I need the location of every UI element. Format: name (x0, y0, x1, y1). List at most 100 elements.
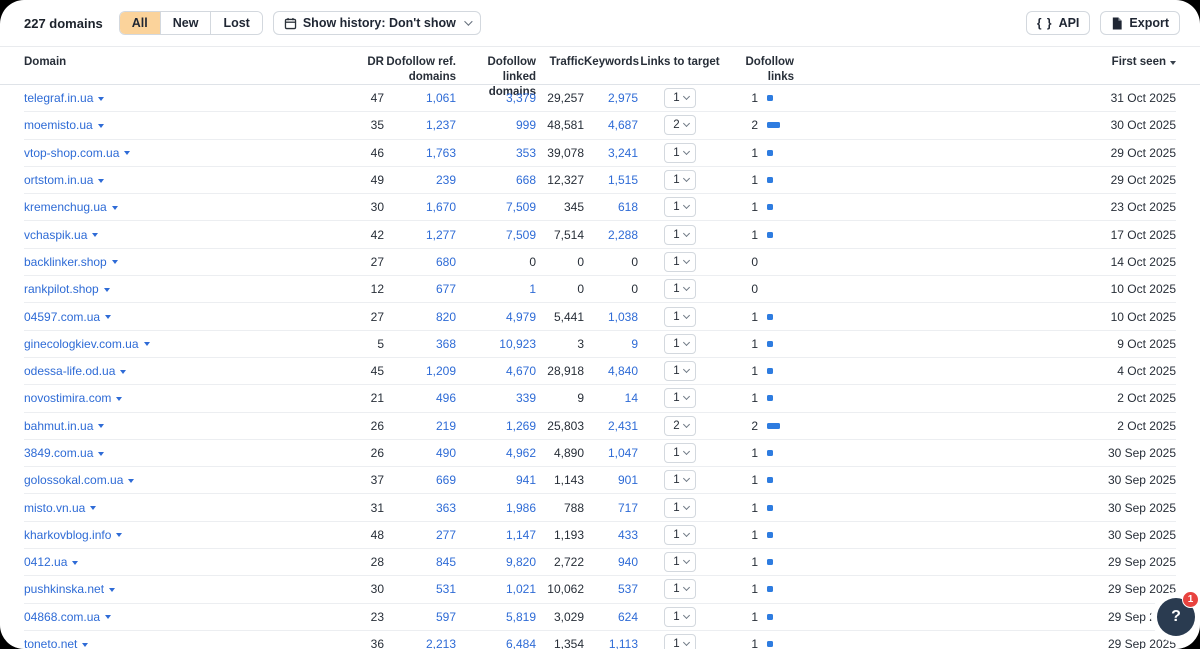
domain-link[interactable]: bahmut.in.ua (24, 419, 93, 433)
domain-link[interactable]: odessa-life.od.ua (24, 364, 115, 378)
domain-link[interactable]: 04868.com.ua (24, 610, 100, 624)
dofollow-linked-domains-value[interactable]: 668 (456, 173, 536, 187)
keywords-value[interactable]: 14 (584, 391, 638, 405)
dofollow-ref-domains-value[interactable]: 239 (384, 173, 456, 187)
domain-dropdown-icon[interactable] (98, 424, 104, 428)
dofollow-linked-domains-value[interactable]: 6,484 (456, 637, 536, 649)
dofollow-ref-domains-value[interactable]: 669 (384, 473, 456, 487)
domain-dropdown-icon[interactable] (128, 479, 134, 483)
links-to-target-dropdown[interactable]: 1 (664, 88, 695, 108)
domain-link[interactable]: backlinker.shop (24, 255, 107, 269)
dofollow-ref-domains-value[interactable]: 2,213 (384, 637, 456, 649)
keywords-value[interactable]: 537 (584, 582, 638, 596)
keywords-value[interactable]: 2,431 (584, 419, 638, 433)
links-to-target-dropdown[interactable]: 1 (664, 634, 695, 649)
dofollow-ref-domains-value[interactable]: 1,763 (384, 146, 456, 160)
domain-link[interactable]: novostimira.com (24, 391, 111, 405)
dofollow-ref-domains-value[interactable]: 368 (384, 337, 456, 351)
domain-dropdown-icon[interactable] (104, 288, 110, 292)
dofollow-ref-domains-value[interactable]: 677 (384, 282, 456, 296)
domain-link[interactable]: moemisto.ua (24, 118, 93, 132)
show-history-dropdown[interactable]: Show history: Don't show (273, 11, 481, 35)
export-button[interactable]: Export (1100, 11, 1180, 35)
dofollow-linked-domains-value[interactable]: 1,021 (456, 582, 536, 596)
dofollow-ref-domains-value[interactable]: 820 (384, 310, 456, 324)
links-to-target-dropdown[interactable]: 1 (664, 443, 695, 463)
dofollow-ref-domains-value[interactable]: 597 (384, 610, 456, 624)
dofollow-linked-domains-value[interactable]: 1,986 (456, 501, 536, 515)
links-to-target-dropdown[interactable]: 1 (664, 279, 695, 299)
col-header-first-seen[interactable]: First seen (1066, 55, 1176, 70)
keywords-value[interactable]: 618 (584, 200, 638, 214)
links-to-target-dropdown[interactable]: 1 (664, 607, 695, 627)
keywords-value[interactable]: 901 (584, 473, 638, 487)
col-header-links-to-target[interactable]: Links to target (638, 55, 722, 70)
keywords-value[interactable]: 2,975 (584, 91, 638, 105)
domain-dropdown-icon[interactable] (120, 370, 126, 374)
links-to-target-dropdown[interactable]: 1 (664, 361, 695, 381)
links-to-target-dropdown[interactable]: 1 (664, 579, 695, 599)
domain-dropdown-icon[interactable] (98, 452, 104, 456)
segment-lost[interactable]: Lost (210, 12, 261, 34)
dofollow-linked-domains-value[interactable]: 10,923 (456, 337, 536, 351)
links-to-target-dropdown[interactable]: 1 (664, 334, 695, 354)
dofollow-ref-domains-value[interactable]: 680 (384, 255, 456, 269)
dofollow-linked-domains-value[interactable]: 353 (456, 146, 536, 160)
keywords-value[interactable]: 3,241 (584, 146, 638, 160)
links-to-target-dropdown[interactable]: 2 (664, 115, 695, 135)
domain-dropdown-icon[interactable] (112, 260, 118, 264)
dofollow-linked-domains-value[interactable]: 7,509 (456, 228, 536, 242)
help-button[interactable]: ? 1 (1157, 598, 1195, 636)
domain-link[interactable]: kremenchug.ua (24, 200, 107, 214)
dofollow-ref-domains-value[interactable]: 1,670 (384, 200, 456, 214)
links-to-target-dropdown[interactable]: 1 (664, 143, 695, 163)
dofollow-linked-domains-value[interactable]: 3,379 (456, 91, 536, 105)
col-header-dr[interactable]: DR (339, 55, 384, 70)
dofollow-linked-domains-value[interactable]: 1,269 (456, 419, 536, 433)
keywords-value[interactable]: 1,038 (584, 310, 638, 324)
dofollow-linked-domains-value[interactable]: 9,820 (456, 555, 536, 569)
links-to-target-dropdown[interactable]: 1 (664, 388, 695, 408)
links-to-target-dropdown[interactable]: 1 (664, 470, 695, 490)
domain-dropdown-icon[interactable] (109, 588, 115, 592)
dofollow-ref-domains-value[interactable]: 1,209 (384, 364, 456, 378)
segment-new[interactable]: New (160, 12, 211, 34)
domain-dropdown-icon[interactable] (82, 643, 88, 647)
keywords-value[interactable]: 433 (584, 528, 638, 542)
domain-link[interactable]: pushkinska.net (24, 582, 104, 596)
keywords-value[interactable]: 624 (584, 610, 638, 624)
domain-link[interactable]: toneto.net (24, 637, 77, 649)
links-to-target-dropdown[interactable]: 1 (664, 170, 695, 190)
keywords-value[interactable]: 1,515 (584, 173, 638, 187)
links-to-target-dropdown[interactable]: 1 (664, 225, 695, 245)
keywords-value[interactable]: 4,840 (584, 364, 638, 378)
dofollow-linked-domains-value[interactable]: 999 (456, 118, 536, 132)
dofollow-ref-domains-value[interactable]: 219 (384, 419, 456, 433)
links-to-target-dropdown[interactable]: 1 (664, 197, 695, 217)
col-header-keywords[interactable]: Keywords (584, 55, 638, 70)
domain-dropdown-icon[interactable] (98, 179, 104, 183)
keywords-value[interactable]: 4,687 (584, 118, 638, 132)
keywords-value[interactable]: 940 (584, 555, 638, 569)
domain-dropdown-icon[interactable] (98, 124, 104, 128)
dofollow-linked-domains-value[interactable]: 4,670 (456, 364, 536, 378)
domain-dropdown-icon[interactable] (90, 506, 96, 510)
col-header-domain[interactable]: Domain (24, 55, 339, 70)
domain-link[interactable]: 0412.ua (24, 555, 67, 569)
dofollow-linked-domains-value[interactable]: 4,962 (456, 446, 536, 460)
dofollow-ref-domains-value[interactable]: 531 (384, 582, 456, 596)
domain-link[interactable]: ginecologkiev.com.ua (24, 337, 139, 351)
dofollow-linked-domains-value[interactable]: 5,819 (456, 610, 536, 624)
domain-link[interactable]: kharkovblog.info (24, 528, 111, 542)
keywords-value[interactable]: 9 (584, 337, 638, 351)
col-header-dofollow-ref-domains[interactable]: Dofollow ref. domains (384, 55, 456, 85)
dofollow-linked-domains-value[interactable]: 7,509 (456, 200, 536, 214)
links-to-target-dropdown[interactable]: 1 (664, 525, 695, 545)
domain-dropdown-icon[interactable] (116, 533, 122, 537)
links-to-target-dropdown[interactable]: 1 (664, 552, 695, 572)
links-to-target-dropdown[interactable]: 1 (664, 252, 695, 272)
domain-link[interactable]: rankpilot.shop (24, 282, 99, 296)
domain-link[interactable]: 3849.com.ua (24, 446, 93, 460)
dofollow-ref-domains-value[interactable]: 277 (384, 528, 456, 542)
dofollow-linked-domains-value[interactable]: 4,979 (456, 310, 536, 324)
